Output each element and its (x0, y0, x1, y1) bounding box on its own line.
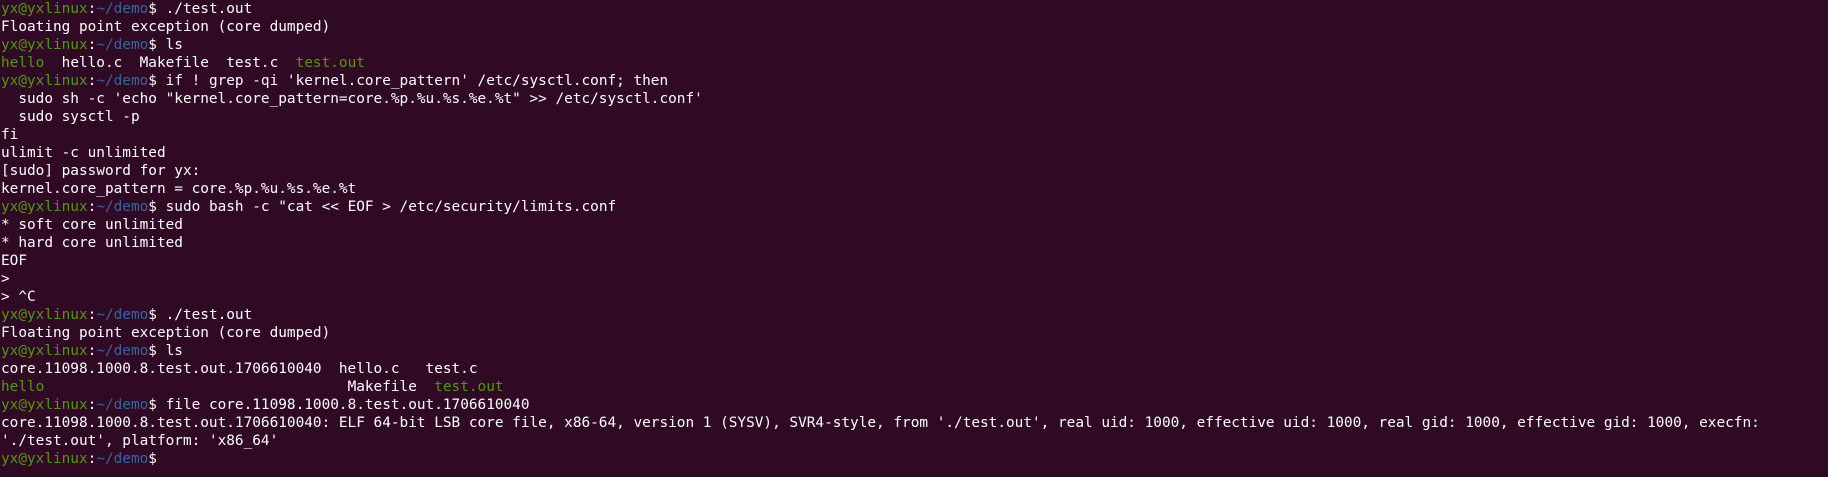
output-line: hello hello.c Makefile test.c test.out (1, 54, 1828, 72)
prompt-user-host: yx@yxlinux (1, 451, 88, 467)
command-text: file core.11098.1000.8.test.out.17066100… (165, 397, 530, 413)
output-line: sudo sysctl -p (1, 108, 1828, 126)
command-text: sudo bash -c "cat << EOF > /etc/security… (165, 199, 617, 215)
command-text: ./test.out (165, 1, 253, 17)
file-list-text: Makefile (44, 379, 435, 395)
prompt-separator: : (87, 307, 97, 323)
file-list-text: hello.c Makefile test.c (44, 55, 296, 71)
prompt-line: yx@yxlinux:~/demo$ file core.11098.1000.… (1, 396, 1828, 414)
prompt-path: ~/demo (96, 199, 149, 215)
output-text: fi (1, 127, 19, 143)
output-text: > (1, 271, 10, 287)
output-line: [sudo] password for yx: (1, 162, 1828, 180)
output-text: > ^C (1, 289, 36, 305)
prompt-separator: : (87, 451, 97, 467)
prompt-separator: : (87, 1, 97, 17)
executable-file-name: test.out (295, 55, 365, 71)
executable-file-name: hello (1, 55, 45, 71)
prompt-user-host: yx@yxlinux (1, 199, 88, 215)
prompt-line: yx@yxlinux:~/demo$ ./test.out (1, 0, 1828, 18)
prompt-symbol: $ (148, 343, 166, 359)
output-line: fi (1, 126, 1828, 144)
output-line: './test.out', platform: 'x86_64' (1, 432, 1828, 450)
prompt-path: ~/demo (96, 307, 149, 323)
terminal-cursor[interactable] (166, 450, 175, 466)
prompt-path: ~/demo (96, 37, 149, 53)
command-text: ./test.out (165, 307, 253, 323)
output-text: sudo sysctl -p (1, 109, 140, 125)
prompt-symbol: $ (148, 397, 166, 413)
command-text: ls (165, 37, 183, 53)
output-line: kernel.core_pattern = core.%p.%u.%s.%e.%… (1, 180, 1828, 198)
prompt-user-host: yx@yxlinux (1, 1, 88, 17)
prompt-separator: : (87, 397, 97, 413)
prompt-separator: : (87, 37, 97, 53)
output-line: Floating point exception (core dumped) (1, 324, 1828, 342)
output-line: ulimit -c unlimited (1, 144, 1828, 162)
prompt-symbol: $ (148, 73, 166, 89)
output-line: core.11098.1000.8.test.out.1706610040 he… (1, 360, 1828, 378)
output-line: hello Makefile test.out (1, 378, 1828, 396)
prompt-user-host: yx@yxlinux (1, 307, 88, 323)
output-line: core.11098.1000.8.test.out.1706610040: E… (1, 414, 1828, 432)
output-text: * soft core unlimited (1, 217, 183, 233)
output-text: Floating point exception (core dumped) (1, 19, 331, 35)
output-text: * hard core unlimited (1, 235, 183, 251)
output-line: EOF (1, 252, 1828, 270)
prompt-symbol: $ (148, 199, 166, 215)
output-text: ulimit -c unlimited (1, 145, 166, 161)
executable-file-name: test.out (434, 379, 504, 395)
output-text: sudo sh -c 'echo "kernel.core_pattern=co… (1, 91, 703, 107)
output-line: sudo sh -c 'echo "kernel.core_pattern=co… (1, 90, 1828, 108)
prompt-line: yx@yxlinux:~/demo$ ls (1, 36, 1828, 54)
output-line: * soft core unlimited (1, 216, 1828, 234)
prompt-symbol: $ (148, 1, 166, 17)
output-text: './test.out', platform: 'x86_64' (1, 433, 279, 449)
prompt-path: ~/demo (96, 73, 149, 89)
prompt-separator: : (87, 73, 97, 89)
output-text: [sudo] password for yx: (1, 163, 201, 179)
executable-file-name: hello (1, 379, 45, 395)
output-line: > (1, 270, 1828, 288)
prompt-line: yx@yxlinux:~/demo$ if ! grep -qi 'kernel… (1, 72, 1828, 90)
output-text: core.11098.1000.8.test.out.1706610040: E… (1, 415, 1760, 431)
terminal-window[interactable]: yx@yxlinux:~/demo$ ./test.out Floating po… (0, 0, 1828, 477)
prompt-path: ~/demo (96, 397, 149, 413)
prompt-path: ~/demo (96, 451, 149, 467)
prompt-user-host: yx@yxlinux (1, 343, 88, 359)
output-text: EOF (1, 253, 27, 269)
prompt-separator: : (87, 199, 97, 215)
prompt-path: ~/demo (96, 1, 149, 17)
prompt-line: yx@yxlinux:~/demo$ (1, 450, 1828, 468)
prompt-separator: : (87, 343, 97, 359)
output-line: * hard core unlimited (1, 234, 1828, 252)
output-text: kernel.core_pattern = core.%p.%u.%s.%e.%… (1, 181, 357, 197)
prompt-user-host: yx@yxlinux (1, 397, 88, 413)
prompt-line: yx@yxlinux:~/demo$ sudo bash -c "cat << … (1, 198, 1828, 216)
prompt-path: ~/demo (96, 343, 149, 359)
command-text: if ! grep -qi 'kernel.core_pattern' /etc… (165, 73, 669, 89)
file-list-text: core.11098.1000.8.test.out.1706610040 he… (1, 361, 478, 377)
prompt-user-host: yx@yxlinux (1, 73, 88, 89)
prompt-user-host: yx@yxlinux (1, 37, 88, 53)
prompt-line: yx@yxlinux:~/demo$ ./test.out (1, 306, 1828, 324)
output-line: Floating point exception (core dumped) (1, 18, 1828, 36)
prompt-symbol: $ (148, 451, 166, 467)
output-text: Floating point exception (core dumped) (1, 325, 331, 341)
command-text: ls (165, 343, 183, 359)
prompt-symbol: $ (148, 37, 166, 53)
prompt-line: yx@yxlinux:~/demo$ ls (1, 342, 1828, 360)
output-line: > ^C (1, 288, 1828, 306)
prompt-symbol: $ (148, 307, 166, 323)
